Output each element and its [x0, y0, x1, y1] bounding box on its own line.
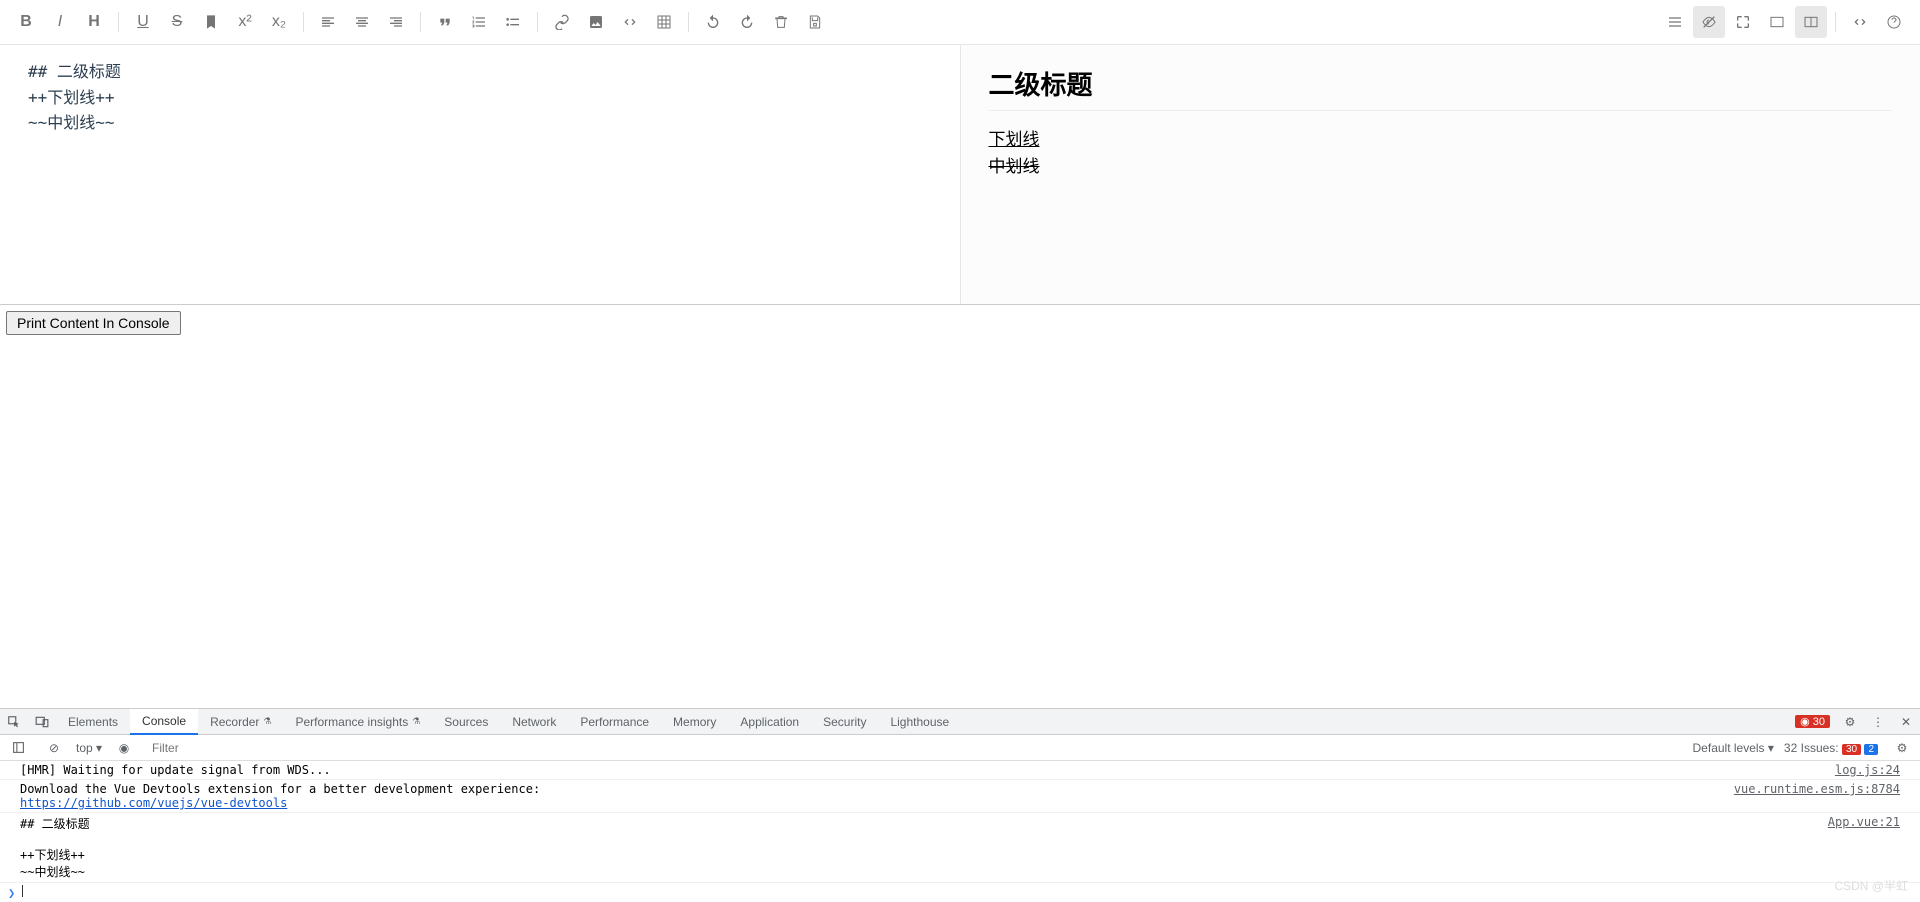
preview-underline: 下划线 [989, 125, 1893, 150]
device-toggle-icon[interactable] [28, 709, 56, 735]
separator [1835, 12, 1836, 32]
tab-performance[interactable]: Performance [568, 709, 661, 735]
align-left-icon[interactable] [312, 6, 344, 38]
print-row: Print Content In Console [0, 305, 1920, 341]
console-message: Download the Vue Devtools extension for … [20, 782, 1734, 810]
separator [688, 12, 689, 32]
console-message: ## 二级标题 ++下划线++ ~~中划线~~ [20, 815, 1828, 880]
preview-strike: 中划线 [989, 152, 1893, 177]
console-output: [HMR] Waiting for update signal from WDS… [0, 761, 1920, 902]
align-center-icon[interactable] [346, 6, 378, 38]
separator [537, 12, 538, 32]
editor-line: ++下划线++ [28, 85, 932, 111]
tab-security[interactable]: Security [811, 709, 878, 735]
image-icon[interactable] [580, 6, 612, 38]
html-source-icon[interactable] [1844, 6, 1876, 38]
console-source-link[interactable]: vue.runtime.esm.js:8784 [1734, 782, 1900, 810]
levels-dropdown[interactable]: Default levels ▾ [1693, 741, 1774, 755]
quote-icon[interactable] [429, 6, 461, 38]
link-icon[interactable] [546, 6, 578, 38]
tab-application[interactable]: Application [728, 709, 811, 735]
tab-recorder[interactable]: Recorder⚗ [198, 709, 283, 735]
watermark: CSDN @半虹 [1834, 877, 1908, 894]
console-line: Download the Vue Devtools extension for … [0, 780, 1920, 813]
toolbar-right [1659, 6, 1910, 38]
gear-icon[interactable]: ⚙ [1888, 735, 1916, 761]
tab-sources[interactable]: Sources [432, 709, 500, 735]
print-content-button[interactable]: Print Content In Console [6, 311, 181, 335]
underline-button[interactable]: U [127, 6, 159, 38]
superscript-button[interactable]: x² [229, 6, 261, 38]
unordered-list-icon[interactable] [497, 6, 529, 38]
filter-input[interactable] [146, 739, 346, 757]
read-mode-icon[interactable] [1761, 6, 1793, 38]
inspect-icon[interactable] [0, 709, 28, 735]
console-message: [HMR] Waiting for update signal from WDS… [20, 763, 1835, 777]
tab-memory[interactable]: Memory [661, 709, 728, 735]
markdown-editor[interactable]: ## 二级标题 ++下划线++ ~~中划线~~ [0, 45, 961, 304]
save-icon[interactable] [799, 6, 831, 38]
more-icon[interactable]: ⋮ [1864, 709, 1892, 735]
devtools-tabs-right: ◉ 30 ⚙ ⋮ ✕ [1795, 709, 1920, 735]
tab-elements[interactable]: Elements [56, 709, 130, 735]
separator [420, 12, 421, 32]
ordered-list-icon[interactable] [463, 6, 495, 38]
mark-icon[interactable] [195, 6, 227, 38]
vue-devtools-link[interactable]: https://github.com/vuejs/vue-devtools [20, 796, 287, 810]
trash-icon[interactable] [765, 6, 797, 38]
align-right-icon[interactable] [380, 6, 412, 38]
console-source-link[interactable]: log.js:24 [1835, 763, 1900, 777]
editor-toolbar: B I H U S x² x₂ [0, 0, 1920, 45]
toc-icon[interactable] [1659, 6, 1691, 38]
heading-button[interactable]: H [78, 6, 110, 38]
editor-container: ## 二级标题 ++下划线++ ~~中划线~~ 二级标题 下划线 中划线 [0, 45, 1920, 305]
tab-performance-insights[interactable]: Performance insights⚗ [284, 709, 433, 735]
separator [303, 12, 304, 32]
console-source-link[interactable]: App.vue:21 [1828, 815, 1900, 880]
close-icon[interactable]: ✕ [1892, 709, 1920, 735]
devtools-panel: Elements Console Recorder⚗ Performance i… [0, 708, 1920, 902]
console-line: [HMR] Waiting for update signal from WDS… [0, 761, 1920, 780]
error-badge[interactable]: ◉ 30 [1795, 715, 1830, 728]
split-view-icon[interactable] [1795, 6, 1827, 38]
code-icon[interactable] [614, 6, 646, 38]
separator [118, 12, 119, 32]
table-icon[interactable] [648, 6, 680, 38]
tab-network[interactable]: Network [500, 709, 568, 735]
issues-label[interactable]: 32 Issues: 30 2 [1784, 741, 1878, 755]
preview-heading: 二级标题 [989, 65, 1893, 111]
help-icon[interactable] [1878, 6, 1910, 38]
context-dropdown[interactable]: top ▾ [76, 741, 102, 755]
undo-icon[interactable] [697, 6, 729, 38]
preview-toggle-icon[interactable] [1693, 6, 1725, 38]
strike-button[interactable]: S [161, 6, 193, 38]
eye-icon[interactable]: ◉ [110, 735, 138, 761]
console-prompt[interactable] [0, 883, 1920, 902]
fullscreen-icon[interactable] [1727, 6, 1759, 38]
preview-pane: 二级标题 下划线 中划线 [961, 45, 1920, 304]
italic-button[interactable]: I [44, 6, 76, 38]
bold-button[interactable]: B [10, 6, 42, 38]
sidebar-toggle-icon[interactable] [4, 735, 32, 761]
redo-icon[interactable] [731, 6, 763, 38]
subscript-button[interactable]: x₂ [263, 6, 295, 38]
clear-console-icon[interactable]: ⊘ [40, 735, 68, 761]
tab-lighthouse[interactable]: Lighthouse [878, 709, 961, 735]
editor-line: ## 二级标题 [28, 59, 932, 85]
editor-line: ~~中划线~~ [28, 110, 932, 136]
console-filter-bar: ⊘ top ▾ ◉ Default levels ▾ 32 Issues: 30… [0, 735, 1920, 761]
gear-icon[interactable]: ⚙ [1836, 709, 1864, 735]
tab-console[interactable]: Console [130, 709, 198, 735]
toolbar-left: B I H U S x² x₂ [10, 6, 831, 38]
console-line: ## 二级标题 ++下划线++ ~~中划线~~ App.vue:21 [0, 813, 1920, 883]
devtools-tabs: Elements Console Recorder⚗ Performance i… [0, 709, 1920, 735]
